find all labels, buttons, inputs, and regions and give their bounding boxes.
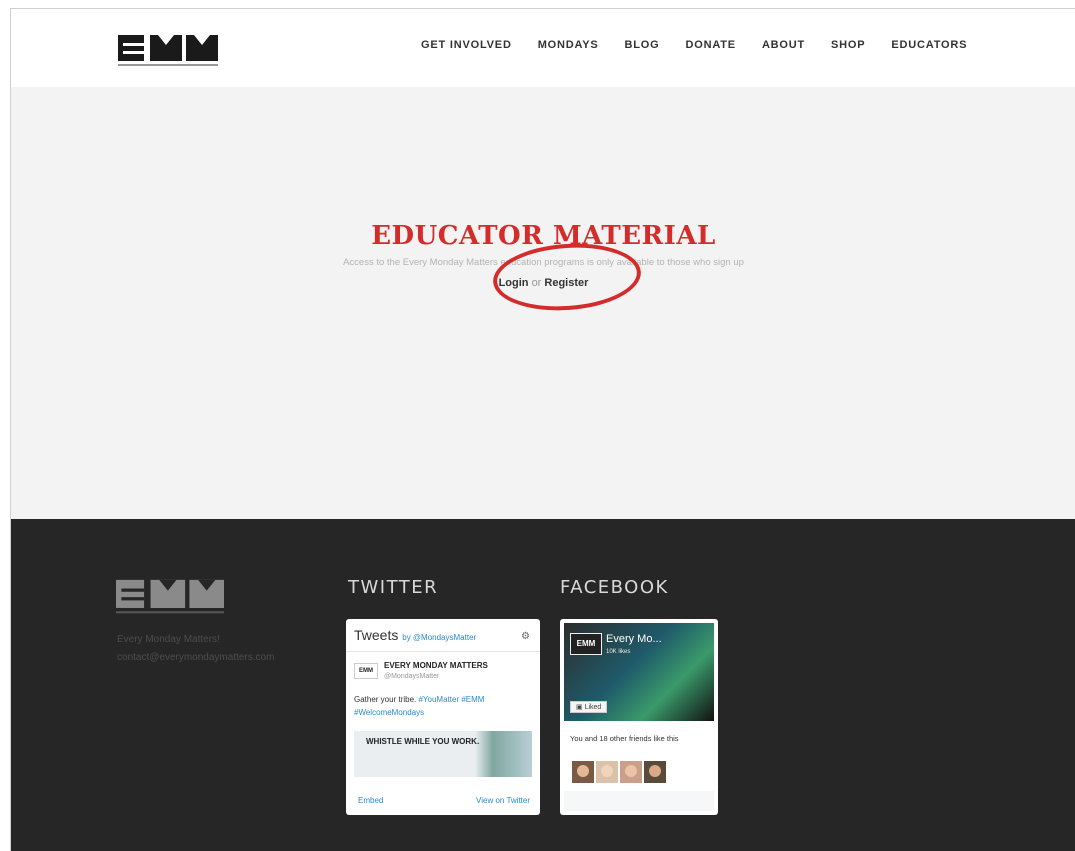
friend-avatar[interactable] [572,761,594,783]
site-footer: Every Monday Matters! contact@everymonda… [11,519,1075,851]
view-on-twitter-link[interactable]: View on Twitter [476,796,530,805]
main-content: EDUCATOR MATERIAL Access to the Every Mo… [11,87,1075,519]
tweet-image-text: WHISTLE WHILE YOU WORK. [366,737,480,746]
footer-emm-logo [116,579,224,614]
main-nav: GET INVOLVED MONDAYS BLOG DONATE ABOUT S… [421,39,993,51]
tweets-title: Tweets [354,627,399,643]
footer-tagline: Every Monday Matters! [117,634,220,645]
friend-avatar[interactable] [644,761,666,783]
footer-email[interactable]: contact@everymondaymatters.com [117,649,274,667]
facebook-heading: FACEBOOK [560,577,669,598]
nav-get-involved[interactable]: GET INVOLVED [421,39,512,51]
tweets-by[interactable]: by @MondaysMatter [402,633,476,642]
facebook-cover-image[interactable]: EMM Every Mo... 10K likes ▣ Liked [564,623,714,721]
tweet-text: Gather your tribe. #YouMatter #EMM #Welc… [354,693,534,719]
tweet-account-name[interactable]: EVERY MONDAY MATTERS [384,661,488,670]
tweet-handle[interactable]: @MondaysMatter [384,673,439,680]
tweet-image[interactable]: WHISTLE WHILE YOU WORK. [354,731,532,777]
nav-shop[interactable]: SHOP [831,39,865,51]
nav-educators[interactable]: EDUCATORS [891,39,967,51]
facebook-page-logo[interactable]: EMM [570,633,602,655]
facebook-footer [564,791,714,811]
friend-faces [572,761,666,783]
avatar[interactable]: EMM [354,663,378,679]
facebook-page-name[interactable]: Every Mo... [606,633,662,645]
friends-like-text: You and 18 other friends like this [570,734,679,743]
tweets-header: Tweets by @MondaysMatter [354,627,476,643]
liked-label: Liked [584,704,602,711]
page-frame: GET INVOLVED MONDAYS BLOG DONATE ABOUT S… [10,8,1075,851]
friend-avatar[interactable] [596,761,618,783]
footer-contact: Every Monday Matters! contact@everymonda… [117,631,274,667]
nav-about[interactable]: ABOUT [762,39,805,51]
embed-link[interactable]: Embed [358,796,383,805]
twitter-widget: Tweets by @MondaysMatter ⚙ EMM EVERY MON… [346,619,540,815]
twitter-settings-icon[interactable]: ⚙ [521,631,530,642]
site-header: GET INVOLVED MONDAYS BLOG DONATE ABOUT S… [11,9,1075,87]
emm-logo[interactable] [118,29,218,69]
nav-donate[interactable]: DONATE [686,39,736,51]
liked-button[interactable]: ▣ Liked [570,701,608,713]
facebook-widget: EMM Every Mo... 10K likes ▣ Liked You an… [560,619,718,815]
facebook-likes-count: 10K likes [606,649,631,655]
nav-mondays[interactable]: MONDAYS [538,39,599,51]
tweet-message: Gather your tribe. [354,695,417,704]
thumbs-up-icon: ▣ [576,704,583,711]
divider [346,651,540,652]
nav-blog[interactable]: BLOG [625,39,660,51]
twitter-heading: TWITTER [348,577,439,598]
friend-avatar[interactable] [620,761,642,783]
